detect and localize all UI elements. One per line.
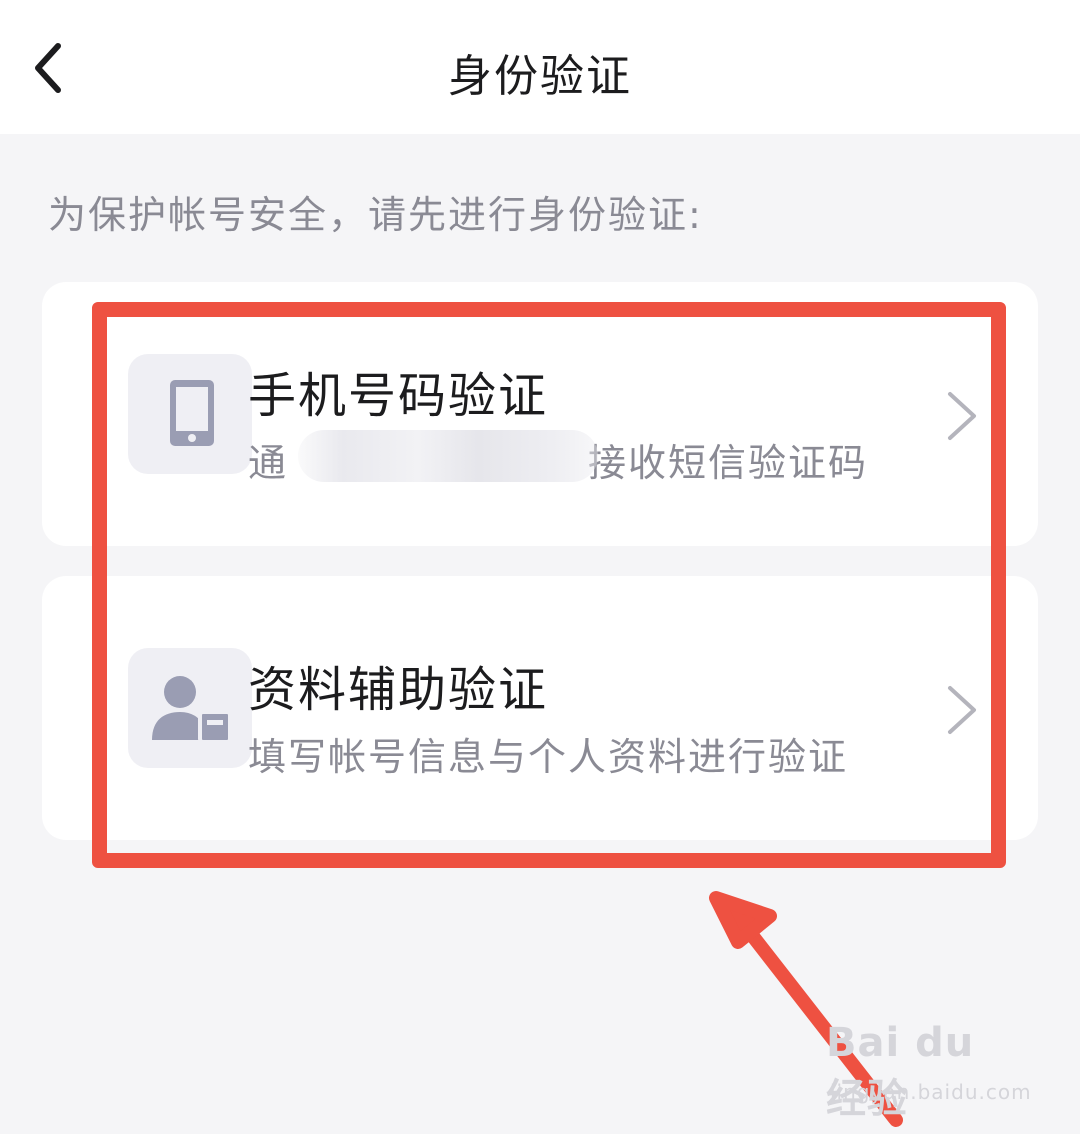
- baidu-watermark: Bai du 经验 jingyan.baidu.com: [826, 1020, 1031, 1122]
- chevron-right-icon: [948, 686, 976, 734]
- page-title: 身份验证: [448, 51, 632, 102]
- profile-verification-option[interactable]: 资料辅助验证 填写帐号信息与个人资料进行验证: [42, 576, 1038, 840]
- user-card-icon-box: [128, 648, 252, 768]
- redaction-blur: [298, 430, 598, 482]
- subtitle-end: 接收短信验证码: [588, 441, 869, 485]
- option-title: 手机号码验证: [248, 368, 549, 424]
- phone-icon: [170, 380, 214, 446]
- chevron-right-icon: [948, 392, 976, 440]
- phone-icon-box: [128, 354, 252, 474]
- watermark-url: jingyan.baidu.com: [830, 1080, 1032, 1104]
- watermark-logo: Bai du 经验: [826, 1020, 975, 1122]
- subtitle-start: 通: [248, 441, 289, 485]
- option-subtitle: 填写帐号信息与个人资料进行验证: [248, 735, 849, 779]
- security-hint: 为保护帐号安全，请先进行身份验证:: [48, 193, 703, 237]
- phone-verification-option[interactable]: 手机号码验证 通 接收短信验证码: [42, 282, 1038, 546]
- header-bar: 身份验证: [0, 0, 1080, 134]
- annotation-arrow: [709, 891, 903, 1127]
- option-title: 资料辅助验证: [248, 662, 549, 718]
- user-card-icon: [152, 676, 232, 744]
